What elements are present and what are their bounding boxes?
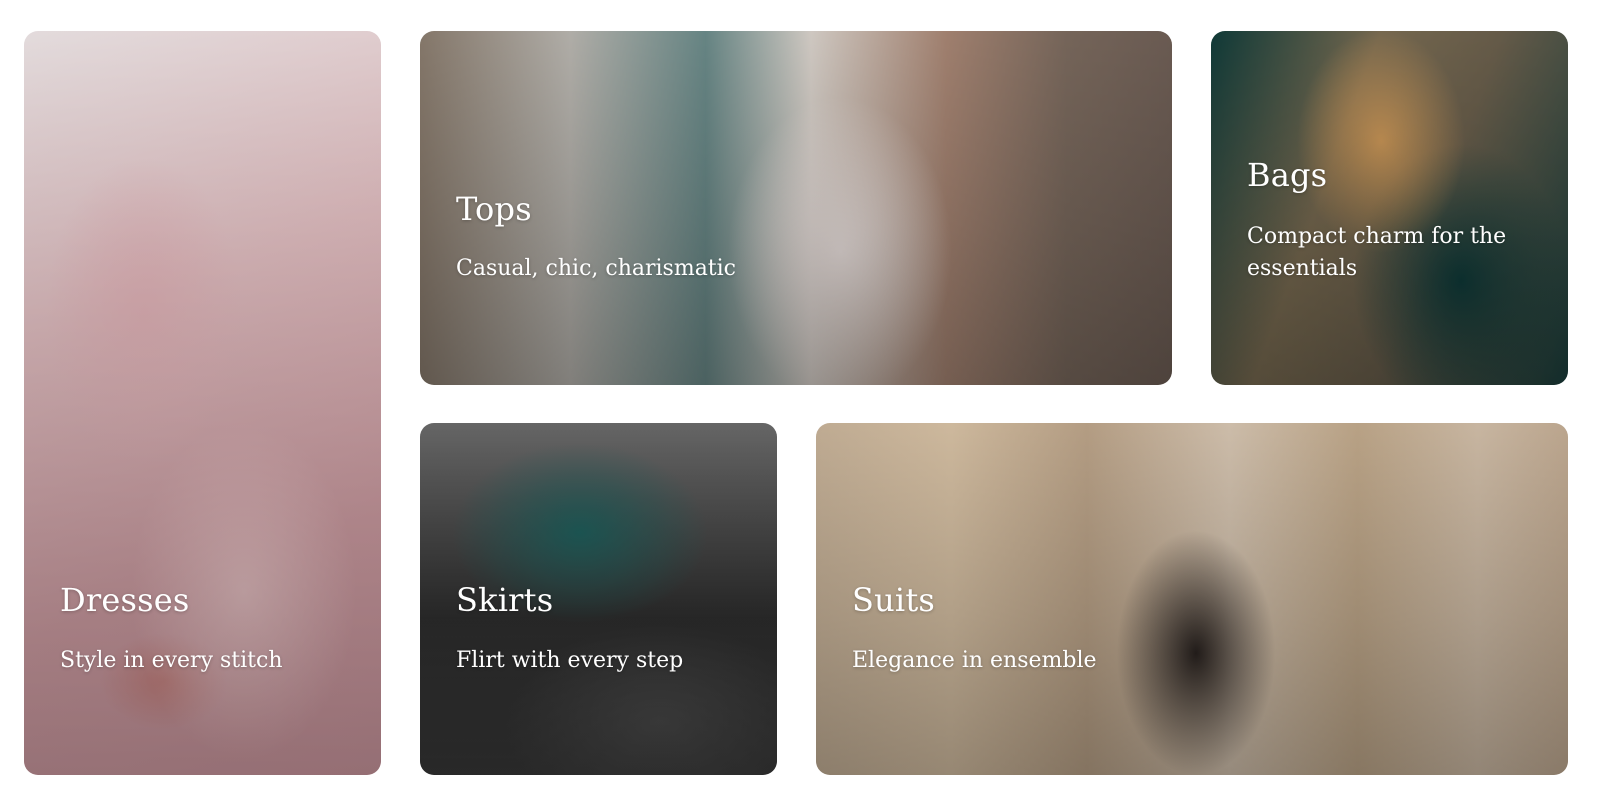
category-subtitle: Style in every stitch: [60, 648, 283, 673]
category-grid: Dresses Style in every stitch Tops Casua…: [0, 0, 1600, 800]
category-card-dresses[interactable]: Dresses Style in every stitch: [24, 31, 381, 775]
category-card-bags[interactable]: Bags Compact charm for the essentials: [1211, 31, 1568, 385]
category-title: Tops: [456, 190, 532, 228]
category-title: Bags: [1247, 156, 1328, 194]
category-subtitle: Casual, chic, charismatic: [456, 256, 737, 281]
image-overlay: [1211, 31, 1568, 385]
category-title: Suits: [852, 581, 936, 619]
category-card-tops[interactable]: Tops Casual, chic, charismatic: [420, 31, 1172, 385]
category-title: Dresses: [60, 581, 190, 619]
category-subtitle: Compact charm for the essentials: [1247, 224, 1507, 281]
category-card-skirts[interactable]: Skirts Flirt with every step: [420, 423, 777, 775]
category-subtitle: Elegance in ensemble: [852, 648, 1097, 673]
image-overlay: [420, 31, 1172, 385]
category-title: Skirts: [456, 581, 554, 619]
category-card-suits[interactable]: Suits Elegance in ensemble: [816, 423, 1568, 775]
category-subtitle: Flirt with every step: [456, 648, 684, 673]
